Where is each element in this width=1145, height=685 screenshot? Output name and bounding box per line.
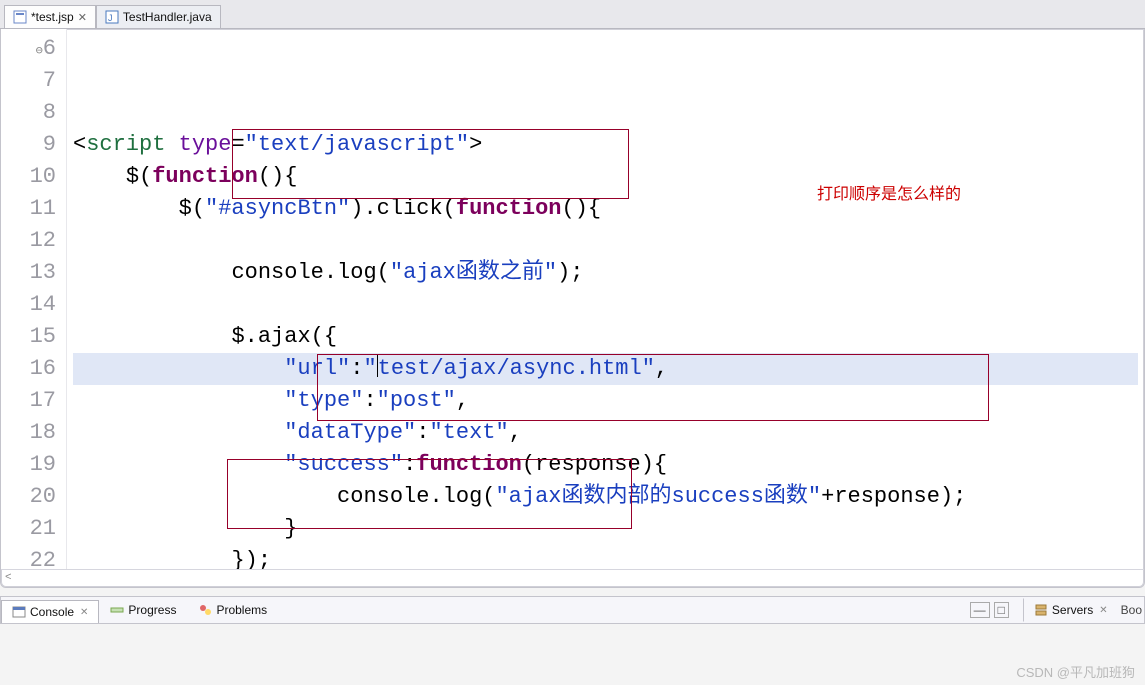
line-number: 15 (1, 321, 56, 353)
code-line[interactable]: "success":function(response){ (73, 449, 1138, 481)
line-number: 22 (1, 545, 56, 569)
problems-icon (198, 603, 212, 617)
close-icon[interactable]: ✕ (1099, 605, 1107, 616)
line-number: ⊖6 (1, 33, 56, 65)
line-number: 19 (1, 449, 56, 481)
annotation-text: 打印顺序是怎么样的 (817, 179, 961, 211)
view-servers[interactable]: Servers ✕ (1023, 598, 1119, 622)
tab-test-jsp[interactable]: *test.jsp ✕ (4, 5, 96, 28)
line-number: 14 (1, 289, 56, 321)
view-problems[interactable]: Problems (187, 598, 278, 622)
jsp-icon (13, 10, 27, 24)
console-icon (12, 605, 26, 619)
code-line[interactable]: console.log("ajax函数内部的success函数"+respons… (73, 481, 1138, 513)
bottom-views-bar: Console ✕ Progress Problems — □ Servers … (0, 596, 1145, 624)
maximize-icon[interactable]: □ (994, 602, 1009, 618)
view-label: Servers (1052, 603, 1093, 617)
line-number: 10 (1, 161, 56, 193)
minimize-icon[interactable]: — (970, 602, 990, 618)
line-number-gutter: ⊖678910111213141516171819202122 (1, 29, 67, 569)
line-number: 9 (1, 129, 56, 161)
code-line[interactable]: $("#asyncBtn").click(function(){ (73, 193, 1138, 225)
line-number: 18 (1, 417, 56, 449)
code-line[interactable]: } (73, 513, 1138, 545)
editor-tab-bar: *test.jsp ✕ J TestHandler.java (0, 0, 1145, 29)
scroll-left-icon[interactable]: < (5, 572, 12, 584)
line-number: 11 (1, 193, 56, 225)
watermark-text: CSDN @平凡加班狗 (1016, 662, 1135, 681)
close-icon[interactable]: ✕ (80, 607, 88, 618)
code-line[interactable]: "url":"test/ajax/async.html", (73, 353, 1138, 385)
line-number: 7 (1, 65, 56, 97)
line-number: 8 (1, 97, 56, 129)
code-line[interactable]: <script type="text/javascript"> (73, 129, 1138, 161)
code-line[interactable]: "type":"post", (73, 385, 1138, 417)
tab-testhandler-java[interactable]: J TestHandler.java (96, 5, 221, 28)
truncated-label: Boo (1119, 603, 1144, 617)
view-label: Console (30, 605, 74, 619)
view-toolbar-icons: — □ (970, 602, 1015, 618)
tab-label: TestHandler.java (123, 10, 212, 24)
code-line[interactable]: $(function(){ (73, 161, 1138, 193)
code-line[interactable] (73, 289, 1138, 321)
line-number: 13 (1, 257, 56, 289)
java-icon: J (105, 10, 119, 24)
code-line[interactable]: }); (73, 545, 1138, 569)
close-icon[interactable]: ✕ (78, 11, 87, 24)
servers-icon (1034, 603, 1048, 617)
code-line[interactable]: "dataType":"text", (73, 417, 1138, 449)
code-editor[interactable]: ⊖678910111213141516171819202122 <script … (0, 29, 1145, 588)
view-label: Progress (128, 603, 176, 617)
horizontal-scrollbar[interactable]: < (1, 569, 1144, 586)
view-console[interactable]: Console ✕ (1, 600, 99, 623)
line-number: 16 (1, 353, 56, 385)
svg-text:J: J (108, 13, 113, 23)
code-line[interactable] (73, 225, 1138, 257)
code-line[interactable]: console.log("ajax函数之前"); (73, 257, 1138, 289)
line-number: 21 (1, 513, 56, 545)
view-label: Problems (216, 603, 267, 617)
line-number: 20 (1, 481, 56, 513)
line-number: 12 (1, 225, 56, 257)
line-number: 17 (1, 385, 56, 417)
view-progress[interactable]: Progress (99, 598, 187, 622)
tab-label: *test.jsp (31, 10, 74, 24)
progress-icon (110, 603, 124, 617)
code-line[interactable]: $.ajax({ (73, 321, 1138, 353)
code-area[interactable]: <script type="text/javascript"> $(functi… (67, 29, 1144, 569)
